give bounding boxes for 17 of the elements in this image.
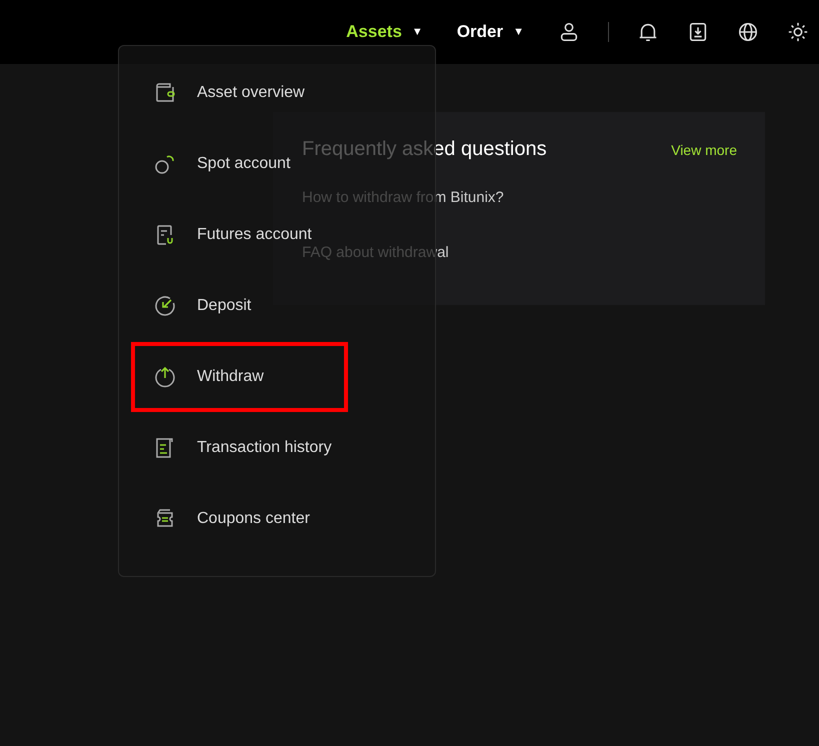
menu-item[interactable]: Coupons center [131, 499, 314, 539]
arrow-in-circle-icon [153, 294, 177, 318]
menu-item[interactable]: Asset overview [131, 73, 309, 113]
menu-item[interactable]: Deposit [131, 286, 256, 326]
view-more-link[interactable]: View more [671, 142, 737, 158]
menu-item[interactable]: Transaction history [131, 428, 336, 468]
user-icon[interactable] [558, 21, 580, 43]
menu-item[interactable]: Spot account [131, 144, 294, 184]
faq-title: Frequently asked questions [302, 138, 547, 161]
sun-icon[interactable] [787, 21, 809, 43]
bell-icon[interactable] [637, 21, 659, 43]
arrow-up-circle-icon [153, 365, 177, 389]
menu-item[interactable]: Withdraw [131, 342, 348, 412]
nav-menu[interactable]: Order ▼ [456, 22, 524, 42]
globe-icon[interactable] [737, 21, 759, 43]
nav-menu[interactable]: Assets ▼ [346, 22, 423, 42]
download-icon[interactable] [687, 21, 709, 43]
